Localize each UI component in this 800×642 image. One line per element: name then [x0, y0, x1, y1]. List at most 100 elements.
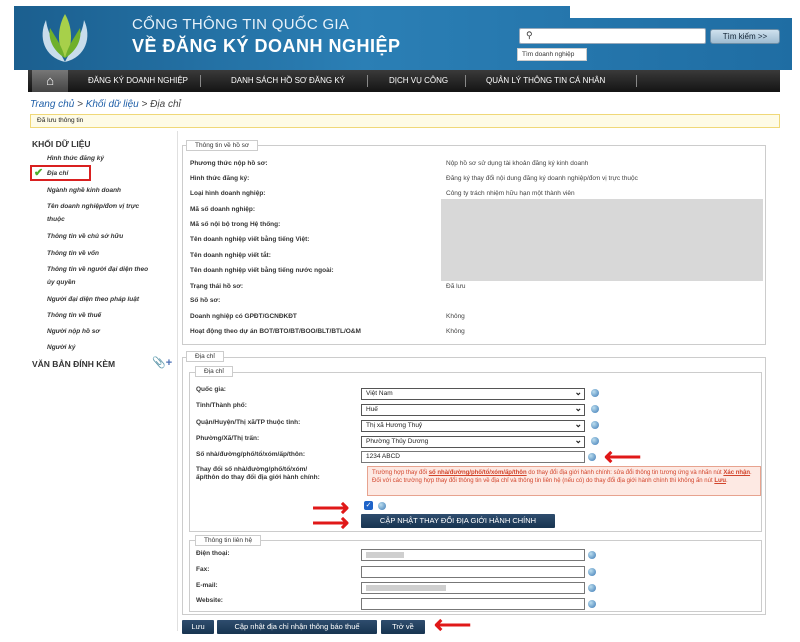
- chevron-down-icon: ⌄: [574, 387, 582, 397]
- masked-phone: [366, 552, 404, 558]
- phone-label: Điện thoại:: [196, 550, 230, 557]
- sidebar-item-capital[interactable]: Thông tin về vốn: [47, 250, 99, 257]
- search-button[interactable]: Tìm kiếm >>: [710, 29, 780, 44]
- info-icon[interactable]: [591, 421, 599, 429]
- arrow-left-icon: ⟵: [434, 609, 472, 639]
- site-logo[interactable]: [34, 12, 96, 64]
- dossier-label: Số hồ sơ:: [190, 297, 221, 304]
- breadcrumb-home[interactable]: Trang chủ: [30, 99, 74, 110]
- dossier-label: Phương thức nộp hồ sơ:: [190, 160, 268, 167]
- attachments-title: VĂN BẢN ĐÍNH KÈM: [32, 359, 116, 369]
- dossier-label: Mã số doanh nghiệp:: [190, 206, 255, 213]
- sidebar-title: KHỐI DỮ LIỆU: [32, 139, 91, 149]
- info-icon[interactable]: [588, 600, 596, 608]
- portal-title-line1: CỔNG THÔNG TIN QUỐC GIA: [132, 16, 350, 33]
- header-corner: [570, 6, 792, 18]
- home-icon[interactable]: ⌂: [32, 70, 68, 92]
- address-outer-legend: Địa chỉ: [186, 351, 224, 362]
- district-select[interactable]: Thị xã Hương Thuỷ ⌄: [361, 419, 585, 432]
- main-nav: ⌂ ĐĂNG KÝ DOANH NGHIỆP DANH SÁCH HỒ SƠ Đ…: [28, 70, 780, 92]
- dossier-label: Tên doanh nghiệp viết bằng tiếng nước ng…: [190, 267, 334, 274]
- contact-legend: Thông tin liên hệ: [195, 535, 262, 546]
- info-icon[interactable]: [591, 405, 599, 413]
- attach-add-icon[interactable]: 📎+: [152, 356, 172, 369]
- chevron-down-icon: ⌄: [574, 435, 582, 445]
- search-hint[interactable]: Tìm doanh nghiệp: [517, 48, 587, 61]
- email-label: E-mail:: [196, 582, 218, 589]
- fax-input[interactable]: [361, 566, 585, 578]
- search-input[interactable]: ⚲: [519, 28, 706, 44]
- province-select[interactable]: Huế ⌄: [361, 403, 585, 416]
- arrow-left-icon: ⟵: [604, 441, 642, 471]
- dossier-label: Hình thức đăng ký:: [190, 175, 250, 182]
- sidebar-item-address[interactable]: Địa chỉ: [47, 170, 68, 177]
- sidebar-item-authorized-rep-cont[interactable]: ủy quyền: [47, 279, 76, 286]
- sidebar-item-signer[interactable]: Người ký: [47, 344, 76, 351]
- info-icon[interactable]: [588, 568, 596, 576]
- street-label: Số nhà/đường/phố/tổ/xóm/ấp/thôn:: [196, 451, 305, 458]
- address-inner-legend: Địa chỉ: [195, 366, 233, 377]
- country-select[interactable]: Việt Nam ⌄: [361, 387, 585, 400]
- dossier-legend: Thông tin về hồ sơ: [186, 140, 259, 151]
- sidebar-item-company-name[interactable]: Tên doanh nghiệp/đơn vị trực: [47, 203, 139, 210]
- update-admin-boundary-button[interactable]: CẬP NHẬT THAY ĐỔI ĐỊA GIỚI HÀNH CHÍNH: [361, 514, 555, 528]
- info-icon[interactable]: [588, 551, 596, 559]
- check-icon: ✔: [34, 167, 44, 179]
- arrow-right-icon: ⟶: [312, 507, 350, 537]
- country-label: Quốc gia:: [196, 386, 226, 393]
- dossier-value: Đăng ký thay đổi nội dung đăng ký doanh …: [446, 175, 638, 182]
- nav-separator: [465, 75, 466, 87]
- nav-separator: [367, 75, 368, 87]
- info-icon[interactable]: [588, 453, 596, 461]
- nav-separator: [200, 75, 201, 87]
- info-icon[interactable]: [591, 437, 599, 445]
- district-label: Quận/Huyện/Thị xã/TP thuộc tỉnh:: [196, 419, 301, 426]
- breadcrumb-current: Địa chỉ: [150, 99, 181, 110]
- sidebar-item-tax[interactable]: Thông tin về thuế: [47, 312, 101, 319]
- change-label-cont: ấp/thôn do thay đổi địa giới hành chính:: [196, 474, 320, 481]
- ward-label: Phường/Xã/Thị trấn:: [196, 435, 260, 442]
- province-label: Tỉnh/Thành phố:: [196, 402, 247, 409]
- dossier-label: Hoạt động theo dự án BOT/BTO/BT/BOO/BLT/…: [190, 328, 361, 335]
- portal-title-line2: VỀ ĐĂNG KÝ DOANH NGHIỆP: [132, 36, 401, 56]
- nav-item-public-service[interactable]: DỊCH VỤ CÔNG: [389, 70, 448, 92]
- back-button[interactable]: Trở về: [381, 620, 425, 634]
- website-label: Website:: [196, 597, 223, 604]
- sidebar-item-owner[interactable]: Thông tin về chủ sở hữu: [47, 233, 123, 240]
- sidebar-item-business-lines[interactable]: Ngành nghề kinh doanh: [47, 187, 121, 194]
- nav-item-dossier-list[interactable]: DANH SÁCH HỒ SƠ ĐĂNG KÝ: [231, 70, 345, 92]
- ward-select[interactable]: Phường Thủy Dương ⌄: [361, 435, 585, 448]
- dossier-label: Tên doanh nghiệp viết bằng tiếng Việt:: [190, 236, 310, 243]
- dossier-value: Không: [446, 313, 465, 320]
- masked-values: [441, 199, 763, 281]
- dossier-label: Trạng thái hồ sơ:: [190, 283, 244, 290]
- nav-separator: [636, 75, 637, 87]
- sidebar-item-submitter[interactable]: Người nộp hồ sơ: [47, 328, 100, 335]
- website-input[interactable]: [361, 598, 585, 610]
- admin-change-checkbox[interactable]: ✓: [364, 501, 373, 510]
- update-tax-notice-address-button[interactable]: Cập nhật địa chỉ nhận thông báo thuế: [217, 620, 377, 634]
- dossier-value: Nộp hồ sơ sử dụng tài khoản đăng ký kinh…: [446, 160, 589, 167]
- sidebar-item-legal-rep[interactable]: Người đại diện theo pháp luật: [47, 296, 139, 303]
- breadcrumb-data[interactable]: Khối dữ liệu: [86, 99, 139, 110]
- street-input[interactable]: 1234 ABCD: [361, 451, 585, 463]
- info-icon[interactable]: [588, 584, 596, 592]
- chevron-down-icon: ⌄: [574, 419, 582, 429]
- sidebar-item-company-name-cont[interactable]: thuộc: [47, 216, 65, 223]
- save-button[interactable]: Lưu: [182, 620, 214, 634]
- dossier-label: Doanh nghiệp có GPĐT/GCNĐKĐT: [190, 313, 297, 320]
- dossier-value: Đã lưu: [446, 283, 466, 290]
- nav-item-register[interactable]: ĐĂNG KÝ DOANH NGHIỆP: [88, 70, 188, 92]
- dossier-label: Tên doanh nghiệp viết tắt:: [190, 252, 271, 259]
- change-label: Thay đổi số nhà/đường/phố/tổ/xóm/: [196, 466, 308, 473]
- fax-label: Fax:: [196, 566, 210, 573]
- search-icon: ⚲: [526, 30, 533, 40]
- info-icon[interactable]: [591, 389, 599, 397]
- sidebar-item-registration-type[interactable]: Hình thức đăng ký: [47, 155, 104, 162]
- info-icon[interactable]: [378, 502, 386, 510]
- nav-item-account[interactable]: QUẢN LÝ THÔNG TIN CÁ NHÂN: [486, 70, 605, 92]
- breadcrumb: Trang chủ > Khối dữ liệu > Địa chỉ: [30, 99, 181, 110]
- chevron-down-icon: ⌄: [574, 403, 582, 413]
- dossier-label: Loại hình doanh nghiệp:: [190, 190, 266, 197]
- sidebar-item-authorized-rep[interactable]: Thông tin về người đại diện theo: [47, 266, 148, 273]
